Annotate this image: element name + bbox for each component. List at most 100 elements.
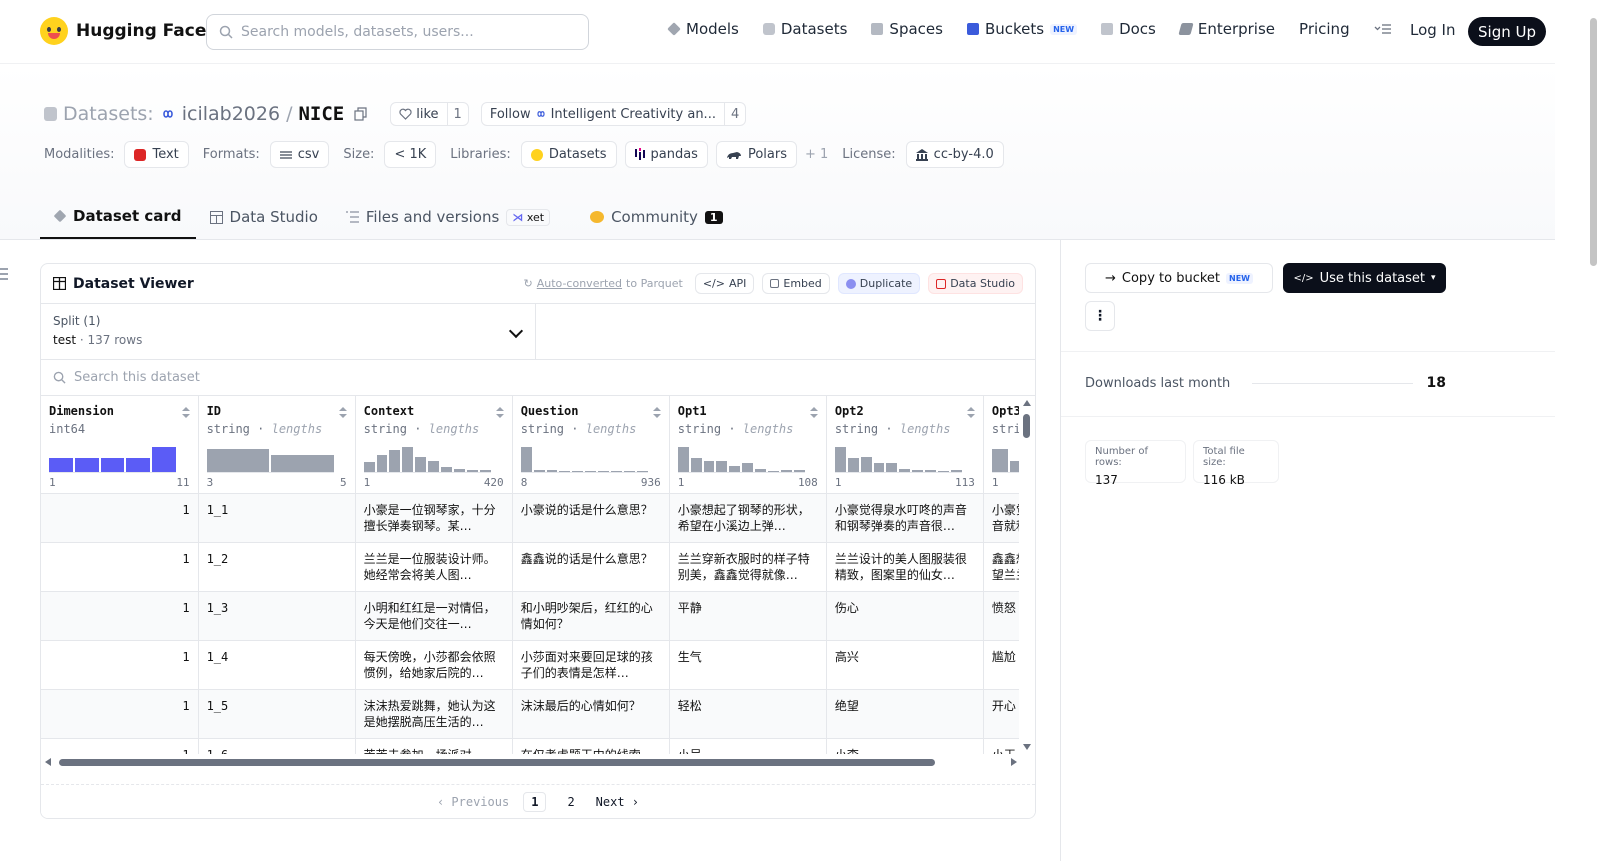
scroll-thumb[interactable] — [59, 759, 935, 766]
table-cell[interactable]: 每天傍晚，小莎都会依照惯例，给她家后院的… — [355, 640, 513, 690]
table-cell[interactable]: 高兴 — [826, 640, 984, 690]
scroll-down-icon[interactable] — [1023, 744, 1031, 750]
login-link[interactable]: Log In — [1410, 21, 1456, 39]
home-logo-link[interactable]: Hugging Face — [40, 17, 206, 45]
tab-data-studio[interactable]: Data Studio — [196, 195, 332, 239]
histogram-bar[interactable] — [991, 448, 1009, 472]
column-header[interactable]: Opt2 string · lengths 1 113 — [826, 396, 984, 494]
histogram-bar[interactable] — [860, 456, 872, 472]
histogram-bar[interactable] — [598, 470, 610, 472]
histogram-bar[interactable] — [376, 455, 388, 472]
nav-datasets[interactable]: Datasets — [762, 20, 847, 38]
histogram-bar[interactable] — [742, 463, 754, 472]
table-cell[interactable]: 小明和红红是一对情侣，今天是他们交往一… — [355, 591, 513, 641]
column-header[interactable]: Question string · lengths 8 936 — [512, 396, 670, 494]
histogram-bar[interactable] — [925, 470, 937, 472]
histogram-bar[interactable] — [636, 470, 648, 472]
like-button[interactable]: like 1 — [390, 102, 469, 126]
page-2-button[interactable]: 2 — [560, 793, 581, 811]
table-cell[interactable]: 小豪想起了钢琴的形状，希望在小溪边上弹… — [669, 493, 827, 543]
table-cell[interactable]: 和小明吵架后，红红的心情如何？ — [512, 591, 670, 641]
table-cell[interactable]: 伤心 — [826, 591, 984, 641]
histogram-bar[interactable] — [206, 448, 270, 472]
histogram-bar[interactable] — [781, 470, 792, 472]
libraries-more[interactable]: + 1 — [805, 147, 828, 162]
copy-to-bucket-button[interactable]: → Copy to bucket NEW — [1085, 263, 1273, 293]
dataset-search-input[interactable] — [74, 370, 474, 385]
histogram-bar[interactable] — [703, 460, 715, 472]
histogram-bar[interactable] — [100, 458, 125, 472]
tab-dataset-card[interactable]: Dataset card — [40, 195, 196, 239]
histogram-bar[interactable] — [479, 470, 491, 472]
scroll-thumb[interactable] — [1023, 414, 1030, 438]
table-cell[interactable]: 沫沫最后的心情如何？ — [512, 689, 670, 739]
sort-icon[interactable] — [809, 407, 818, 419]
library-tag-pandas[interactable]: pandas — [624, 141, 708, 168]
histogram-bar[interactable] — [466, 470, 478, 472]
histogram-bar[interactable] — [520, 447, 532, 472]
column-header[interactable]: Opt1 string · lengths 1 108 — [669, 396, 827, 494]
table-cell[interactable]: 平静 — [669, 591, 827, 641]
table-cell[interactable]: 1 — [41, 493, 199, 543]
page-1-button[interactable]: 1 — [523, 791, 547, 812]
histogram-bar[interactable] — [271, 455, 334, 472]
table-cell[interactable]: 生气 — [669, 640, 827, 690]
section-label[interactable]: Datasets: — [63, 103, 154, 125]
more-menu-button[interactable] — [1374, 23, 1392, 35]
histogram-bar[interactable] — [126, 458, 151, 472]
histogram-bar[interactable] — [899, 468, 911, 472]
histogram-bar[interactable] — [950, 470, 962, 472]
histogram-bar[interactable] — [402, 447, 414, 472]
table-cell[interactable]: 1_4 — [198, 640, 356, 690]
vertical-scrollbar[interactable] — [1019, 396, 1035, 754]
embed-button[interactable]: Embed — [762, 273, 830, 294]
search-input[interactable] — [241, 24, 561, 40]
scroll-up-icon[interactable] — [1023, 400, 1031, 406]
histogram-bar[interactable] — [363, 462, 375, 472]
histogram-bar[interactable] — [559, 470, 571, 472]
modality-tag-text[interactable]: Text — [124, 141, 189, 168]
table-cell[interactable]: 小莎面对来要回足球的孩子们的表情是怎样… — [512, 640, 670, 690]
histogram-bar[interactable] — [690, 458, 702, 472]
histogram-bar[interactable] — [886, 463, 898, 472]
size-tag[interactable]: < 1K — [384, 141, 437, 168]
api-button[interactable]: </> API — [694, 273, 755, 294]
tab-files-versions[interactable]: Files and versions ⋊ xet — [332, 195, 564, 239]
nav-models[interactable]: Models — [667, 20, 739, 38]
sort-icon[interactable] — [181, 407, 190, 419]
license-tag[interactable]: cc-by-4.0 — [905, 141, 1004, 168]
histogram-bar[interactable] — [938, 470, 949, 472]
histogram-bar[interactable] — [389, 449, 401, 472]
sort-icon[interactable] — [495, 407, 504, 419]
table-cell[interactable]: 1 — [41, 689, 199, 739]
histogram-bar[interactable] — [755, 468, 767, 472]
histogram-bar[interactable] — [152, 447, 176, 472]
histogram-bar[interactable] — [49, 458, 73, 472]
table-cell[interactable]: 1_5 — [198, 689, 356, 739]
histogram-bar[interactable] — [768, 470, 779, 472]
more-options-button[interactable]: ⋮ — [1085, 301, 1115, 331]
table-cell[interactable]: 小豪说的话是什么意思？ — [512, 493, 670, 543]
table-cell[interactable]: 小豪觉得泉水叮咚的声音和钢琴弹奏的声音很… — [826, 493, 984, 543]
next-page-button[interactable]: Next › — [596, 795, 639, 809]
histogram-bar[interactable] — [74, 458, 99, 472]
format-tag-csv[interactable]: csv — [269, 141, 330, 168]
table-cell[interactable]: 1_1 — [198, 493, 356, 543]
horizontal-scrollbar[interactable] — [41, 754, 1021, 770]
column-header[interactable]: ID string · lengths 3 5 — [198, 396, 356, 494]
table-cell[interactable]: 1_2 — [198, 542, 356, 592]
histogram-bar[interactable] — [533, 470, 545, 472]
auto-converted-link[interactable]: Auto-converted — [537, 277, 622, 290]
sort-icon[interactable] — [652, 407, 661, 419]
histogram-bar[interactable] — [441, 467, 452, 472]
table-cell[interactable]: 兰兰是一位服装设计师。她经常会将美人图… — [355, 542, 513, 592]
follow-button[interactable]: Follow Intelligent Creativity an... 4 — [480, 102, 747, 126]
histogram-bar[interactable] — [572, 470, 584, 472]
table-cell[interactable]: 绝望 — [826, 689, 984, 739]
histogram-bar[interactable] — [611, 470, 622, 472]
tab-community[interactable]: Community 1 — [576, 195, 736, 239]
histogram-bar[interactable] — [546, 470, 558, 472]
split-selector[interactable]: Split (1) test · 137 rows — [41, 304, 536, 359]
nav-buckets[interactable]: Buckets NEW — [966, 20, 1078, 38]
column-header[interactable]: Context string · lengths 1 420 — [355, 396, 513, 494]
